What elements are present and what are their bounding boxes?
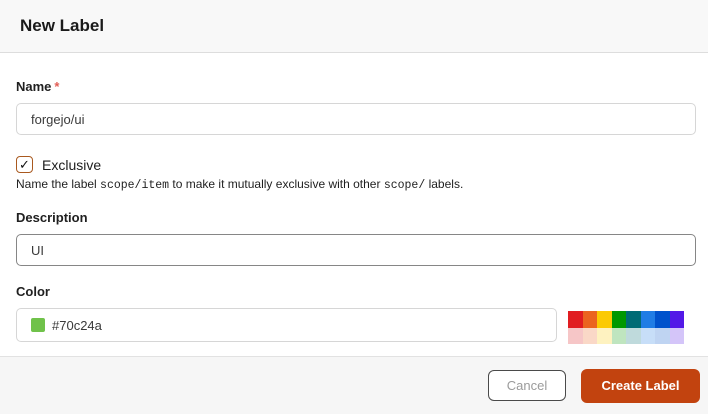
color-label: Color [16, 284, 50, 299]
required-asterisk: * [54, 79, 60, 94]
palette-swatch[interactable] [597, 311, 612, 328]
dialog-title: New Label [20, 16, 105, 35]
dialog-body: Name* ✓ Exclusive Name the label scope/i… [0, 53, 708, 356]
help-code-scope-item: scope/item [100, 179, 170, 192]
palette-swatch[interactable] [626, 328, 641, 344]
create-label-button[interactable]: Create Label [581, 368, 700, 403]
palette-swatch[interactable] [597, 328, 612, 344]
color-value-text: #70c24a [52, 317, 102, 333]
palette-swatch[interactable] [626, 311, 641, 328]
palette-swatch[interactable] [582, 328, 597, 344]
help-prefix: Name the label [16, 177, 101, 191]
palette-swatch[interactable] [669, 328, 684, 344]
palette-swatch[interactable] [669, 311, 684, 328]
color-input[interactable]: #70c24a [16, 308, 557, 342]
exclusive-row: ✓ Exclusive [16, 156, 692, 173]
help-code-scope: scope/ [383, 179, 426, 192]
exclusive-label[interactable]: Exclusive [42, 157, 101, 173]
name-label: Name * [16, 79, 692, 94]
color-row: #70c24a [16, 308, 692, 344]
color-preview-swatch [31, 318, 45, 332]
color-palette [568, 311, 684, 344]
help-middle: to make it mutually exclusive with other [169, 177, 384, 191]
dialog-footer: Cancel Create Label [0, 356, 708, 414]
palette-swatch[interactable] [582, 311, 597, 328]
dialog-header: New Label [0, 0, 708, 53]
palette-swatch[interactable] [611, 311, 626, 328]
description-label: Description [16, 210, 88, 225]
cancel-button[interactable]: Cancel [488, 370, 566, 401]
palette-swatch[interactable] [640, 311, 655, 328]
palette-swatch[interactable] [640, 328, 655, 344]
checkmark-icon: ✓ [19, 156, 30, 172]
color-field-group: Color #70c24a [16, 284, 692, 344]
new-label-dialog: New Label Name* ✓ Exclusive Name the lab… [0, 0, 708, 414]
palette-swatch[interactable] [611, 328, 626, 344]
palette-swatch[interactable] [655, 328, 670, 344]
palette-swatch[interactable] [568, 311, 583, 328]
name-label-text: Name [16, 79, 52, 94]
name-input[interactable] [16, 103, 696, 135]
palette-swatch[interactable] [655, 311, 670, 328]
name-field-group: Name * [16, 79, 696, 135]
description-input[interactable] [16, 234, 696, 266]
help-suffix: labels. [425, 177, 464, 191]
exclusive-checkbox[interactable]: ✓ [16, 156, 33, 173]
exclusive-help-text: Name the label scope/item to make it mut… [16, 177, 692, 192]
description-field-group: Description [16, 210, 696, 266]
palette-swatch[interactable] [568, 328, 583, 344]
